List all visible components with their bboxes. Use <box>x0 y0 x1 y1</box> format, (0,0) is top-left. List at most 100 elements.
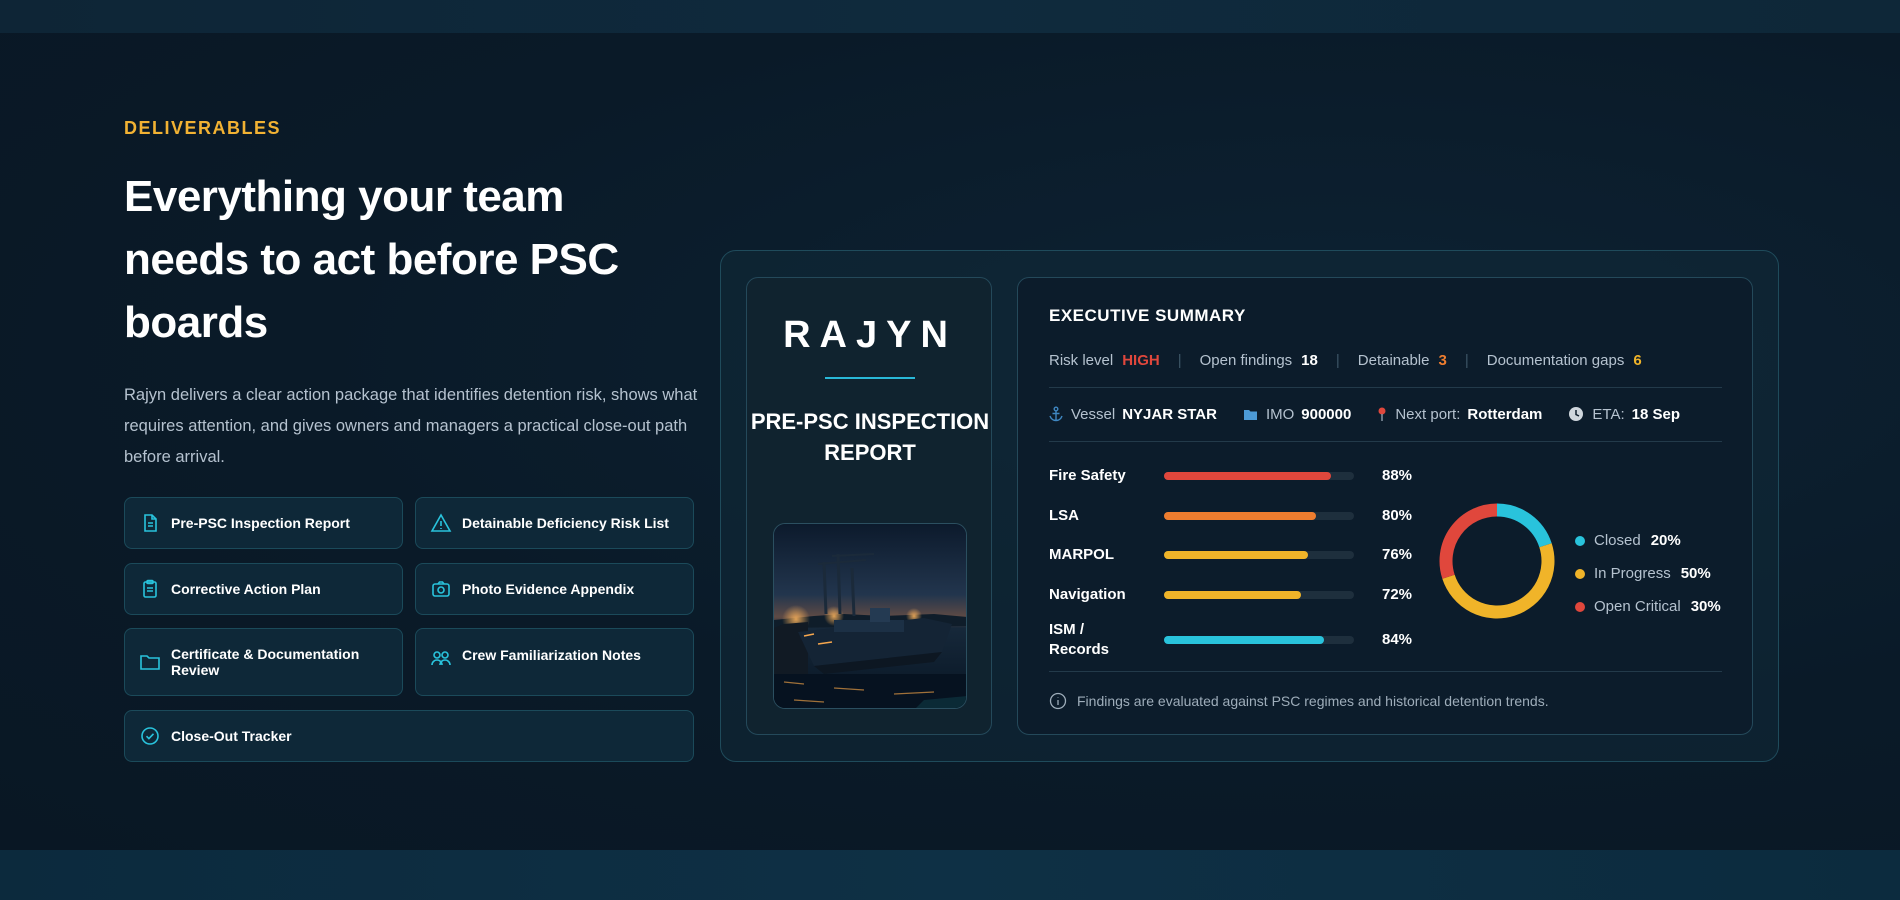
report-cover: RAJYN PRE-PSC INSPECTION REPORT <box>746 277 992 735</box>
divider <box>1049 387 1722 388</box>
bar-track <box>1164 512 1354 520</box>
folder-icon <box>1243 408 1258 421</box>
legend-label: Closed <box>1594 532 1641 549</box>
bar-fill <box>1164 591 1301 599</box>
next-port-value: Rotterdam <box>1467 405 1543 423</box>
section-eyebrow: DELIVERABLES <box>124 118 282 138</box>
check-circle-icon <box>139 725 161 747</box>
donut-slice-closed <box>1496 503 1552 548</box>
category-percent: 84% <box>1382 631 1413 648</box>
category-percent: 76% <box>1382 546 1413 563</box>
category-label: LSA <box>1049 507 1079 524</box>
top-band <box>0 0 1900 33</box>
legend-dot <box>1575 568 1585 579</box>
anchor-icon <box>1049 406 1063 422</box>
category-bar-ism-records: ISM / Records 84% <box>1049 620 1429 660</box>
legend-label: In Progress <box>1594 565 1671 582</box>
section-lede: Rajyn delivers a clear action package th… <box>124 386 698 466</box>
documentation-gaps-value: 6 <box>1633 351 1642 369</box>
category-bar-fire-safety: Fire Safety 88% <box>1049 466 1429 506</box>
info-icon <box>1049 692 1067 710</box>
executive-summary-card: EXECUTIVE SUMMARY Risk level HIGH | Open… <box>1017 277 1753 735</box>
brand-logo: RAJYN <box>783 314 957 356</box>
deliverable-pre-psc-report[interactable]: Pre-PSC Inspection Report <box>124 497 403 549</box>
category-label: MARPOL <box>1049 546 1114 563</box>
risk-level-label: Risk level <box>1049 351 1114 369</box>
summary-stats: Risk level HIGH | Open findings 18 | Det… <box>1049 350 1642 370</box>
deliverable-label: Photo Evidence Appendix <box>462 581 635 597</box>
divider <box>1049 441 1722 442</box>
open-findings-value: 18 <box>1301 351 1318 369</box>
donut-slice-open-critical <box>1439 503 1498 579</box>
status-donut-chart <box>1439 503 1555 619</box>
legend-value: 20% <box>1650 532 1681 549</box>
users-icon <box>430 647 452 669</box>
deliverable-certificate-review[interactable]: Certificate & Documentation Review <box>124 628 403 696</box>
detainable-value: 3 <box>1438 351 1447 369</box>
legend-dot <box>1575 535 1585 546</box>
summary-title: EXECUTIVE SUMMARY <box>1049 306 1246 325</box>
deliverable-label: Pre-PSC Inspection Report <box>171 515 350 531</box>
bar-track <box>1164 472 1354 480</box>
vessel-info: Vessel NYJAR STAR IMO 900000 Next port: … <box>1049 404 1680 424</box>
report-title: PRE-PSC INSPECTION REPORT <box>750 409 990 465</box>
category-bar-marpol: MARPOL 76% <box>1049 545 1429 585</box>
next-port-label: Next port: <box>1395 405 1461 423</box>
stat-divider: | <box>1335 351 1340 369</box>
eta-value: 18 Sep <box>1631 405 1680 423</box>
legend-item-closed: Closed 20% <box>1575 524 1721 557</box>
deliverable-risk-list[interactable]: Detainable Deficiency Risk List <box>415 497 694 549</box>
footnote-text: Findings are evaluated against PSC regim… <box>1077 693 1549 709</box>
category-bar-lsa: LSA 80% <box>1049 506 1429 546</box>
deliverable-corrective-action-plan[interactable]: Corrective Action Plan <box>124 563 403 615</box>
folder-icon <box>139 651 161 673</box>
warning-icon <box>430 512 452 534</box>
stat-divider: | <box>1464 351 1469 369</box>
legend-value: 30% <box>1690 598 1721 615</box>
vessel-label: Vessel <box>1071 405 1116 423</box>
deliverable-label: Corrective Action Plan <box>171 581 321 597</box>
camera-icon <box>430 578 452 600</box>
deliverable-label: Close-Out Tracker <box>171 728 292 744</box>
bar-track <box>1164 636 1354 644</box>
bottom-band <box>0 850 1900 900</box>
clock-icon <box>1568 406 1584 422</box>
stat-divider: | <box>1177 351 1182 369</box>
category-percent: 80% <box>1382 507 1413 524</box>
bar-fill <box>1164 636 1324 644</box>
donut-slice-in-progress <box>1442 543 1555 619</box>
documentation-gaps-label: Documentation gaps <box>1486 351 1625 369</box>
brand-divider <box>825 377 915 379</box>
bar-track <box>1164 591 1354 599</box>
document-icon <box>139 512 161 534</box>
legend-item-open-critical: Open Critical 30% <box>1575 590 1721 623</box>
eta-label: ETA: <box>1592 405 1625 423</box>
divider <box>1049 671 1722 672</box>
bar-fill <box>1164 551 1309 559</box>
imo-value: 900000 <box>1301 405 1352 423</box>
legend-label: Open Critical <box>1594 598 1681 615</box>
open-findings-label: Open findings <box>1199 351 1293 369</box>
summary-footnote: Findings are evaluated against PSC regim… <box>1049 692 1549 710</box>
status-legend: Closed 20% In Progress 50% Open Critical… <box>1575 524 1721 623</box>
vessel-value: NYJAR STAR <box>1122 405 1217 423</box>
section-headline: Everything your team needs to act before… <box>124 172 619 347</box>
detainable-label: Detainable <box>1357 351 1430 369</box>
bar-fill <box>1164 472 1332 480</box>
deliverable-label: Detainable Deficiency Risk List <box>462 515 669 531</box>
deliverable-close-out-tracker[interactable]: Close-Out Tracker <box>124 710 694 762</box>
deliverable-photo-evidence[interactable]: Photo Evidence Appendix <box>415 563 694 615</box>
imo-label: IMO <box>1265 405 1295 423</box>
deliverable-label: Certificate & Documentation Review <box>171 646 360 678</box>
ship-photo <box>773 523 967 709</box>
risk-level-value: HIGH <box>1122 351 1160 369</box>
legend-item-in-progress: In Progress 50% <box>1575 557 1721 590</box>
category-label: ISM / Records <box>1049 621 1110 658</box>
category-bar-navigation: Navigation 72% <box>1049 585 1429 625</box>
legend-value: 50% <box>1680 565 1711 582</box>
category-label: Fire Safety <box>1049 467 1126 484</box>
deliverable-crew-notes[interactable]: Crew Familiarization Notes <box>415 628 694 696</box>
bar-track <box>1164 551 1354 559</box>
bar-fill <box>1164 512 1316 520</box>
legend-dot <box>1575 601 1585 612</box>
